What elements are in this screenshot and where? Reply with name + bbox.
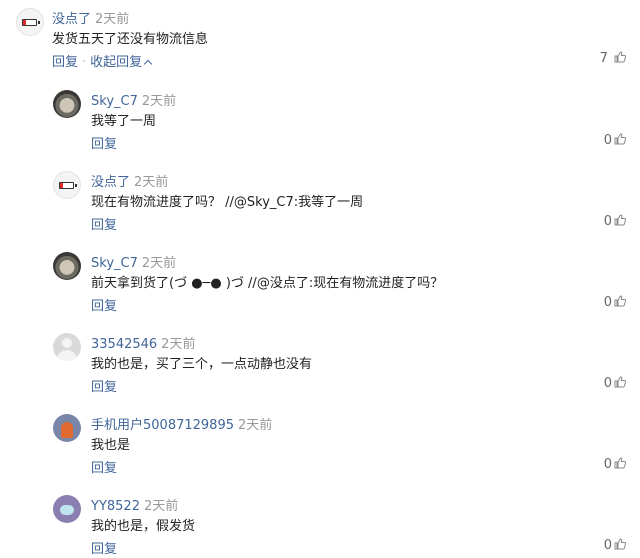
reply-time: 2天前 — [143, 499, 179, 514]
reply-username[interactable]: 33542546 — [91, 337, 157, 352]
thumbs-up-icon — [614, 295, 626, 307]
reply-button[interactable]: 回复 — [91, 457, 117, 476]
reply-time: 2天前 — [237, 418, 273, 433]
reply-time: 2天前 — [141, 256, 177, 271]
reply-text: 现在有物流进度了吗？ //@Sky_C7:我等了一周 — [91, 195, 364, 210]
like-button[interactable]: 0 — [604, 214, 626, 229]
reply-button[interactable]: 回复 — [91, 538, 117, 557]
thumbs-up-icon — [614, 376, 626, 388]
reply-username[interactable]: Sky_C7 — [91, 94, 138, 109]
like-count: 0 — [603, 133, 612, 148]
reply-text: 我也是 — [91, 438, 131, 453]
reply-text: 我的也是，假发货 — [91, 519, 196, 534]
comment-username-row: 没点了 2天前 — [52, 8, 129, 27]
reply-username-row: 手机用户50087129895 2天前 — [91, 414, 272, 433]
like-count: 0 — [603, 376, 612, 391]
comment-actions: 回复 · 收起回复 — [52, 51, 153, 70]
avatar[interactable] — [53, 495, 81, 523]
like-button[interactable]: 7 — [600, 51, 626, 66]
reply-username[interactable]: 手机用户50087129895 — [91, 418, 234, 433]
like-count: 0 — [603, 214, 612, 229]
reply-username-row: Sky_C7 2天前 — [91, 252, 176, 271]
avatar[interactable] — [53, 171, 81, 199]
reply-button[interactable]: 回复 — [91, 133, 117, 152]
like-button[interactable]: 0 — [604, 376, 626, 391]
separator: · — [82, 55, 87, 70]
reply-time: 2天前 — [141, 94, 177, 109]
reply-username-row: 33542546 2天前 — [91, 333, 195, 352]
reply-username[interactable]: 没点了 — [91, 175, 130, 190]
reply-button[interactable]: 回复 — [91, 295, 117, 314]
like-button[interactable]: 0 — [604, 295, 626, 310]
collapse-replies-button[interactable]: 收起回复 — [90, 55, 153, 70]
reply-button[interactable]: 回复 — [91, 214, 117, 233]
collapse-replies-label: 收起回复 — [90, 55, 143, 70]
avatar[interactable] — [53, 252, 81, 280]
reply-username[interactable]: YY8522 — [91, 499, 140, 514]
reply-username-row: 没点了 2天前 — [91, 171, 168, 190]
reply-time: 2天前 — [134, 175, 169, 190]
like-button[interactable]: 0 — [604, 457, 626, 472]
avatar[interactable] — [53, 90, 81, 118]
thumbs-up-icon — [614, 133, 626, 145]
battery-icon — [59, 182, 77, 189]
reply-text: 我的也是，买了三个，一点动静也没有 — [91, 357, 313, 372]
like-button[interactable]: 0 — [604, 133, 626, 148]
reply-username-row: Sky_C7 2天前 — [91, 90, 176, 109]
reply-text: 我等了一周 — [91, 114, 157, 129]
thumbs-up-icon — [614, 457, 626, 469]
comment-text: 发货五天了还没有物流信息 — [52, 32, 209, 47]
reply-username[interactable]: Sky_C7 — [91, 256, 138, 271]
like-count: 0 — [603, 295, 612, 310]
comment-time: 2天前 — [95, 12, 130, 27]
thumbs-up-icon — [614, 214, 626, 226]
reply-button[interactable]: 回复 — [91, 376, 117, 395]
like-count: 0 — [603, 538, 612, 553]
thumbs-up-icon — [614, 538, 626, 550]
comment-username[interactable]: 没点了 — [52, 12, 91, 27]
avatar[interactable] — [16, 8, 44, 36]
battery-icon — [22, 19, 40, 26]
like-button[interactable]: 0 — [604, 538, 626, 553]
reply-text: 前天拿到货了(づ ●─● )づ //@没点了:现在有物流进度了吗？ — [91, 276, 444, 291]
avatar[interactable] — [53, 333, 81, 361]
like-count: 7 — [599, 51, 608, 66]
avatar[interactable] — [53, 414, 81, 442]
reply-button[interactable]: 回复 — [52, 55, 78, 70]
reply-username-row: YY8522 2天前 — [91, 495, 178, 514]
thumbs-up-icon — [614, 51, 626, 63]
like-count: 0 — [603, 457, 612, 472]
reply-time: 2天前 — [161, 337, 196, 352]
chevron-up-icon — [143, 59, 153, 69]
